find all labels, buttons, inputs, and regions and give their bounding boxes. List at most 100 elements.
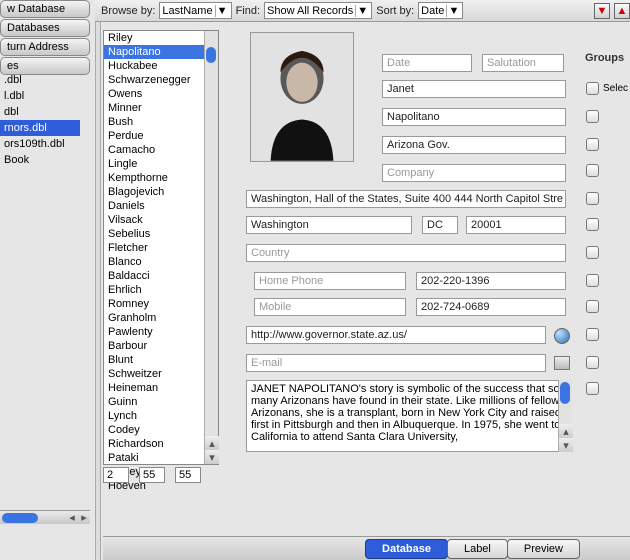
- record-list-item[interactable]: Pataki: [104, 451, 218, 465]
- database-file-item[interactable]: dbl: [0, 104, 80, 120]
- panel-return-address[interactable]: turn Address: [0, 38, 90, 56]
- record-list-item[interactable]: Perdue: [104, 129, 218, 143]
- record-list-item[interactable]: Sebelius: [104, 227, 218, 241]
- scrollbar-thumb[interactable]: [206, 47, 216, 63]
- find-select[interactable]: Show All Records▼: [264, 2, 372, 19]
- record-list-item[interactable]: Lingle: [104, 157, 218, 171]
- first-name-field[interactable]: Janet: [382, 80, 566, 98]
- browse-label: Browse by:: [101, 5, 155, 17]
- database-file-item[interactable]: Book: [0, 152, 80, 168]
- name-list-scrollbar[interactable]: ▴ ▾: [204, 31, 218, 464]
- record-list-item[interactable]: Huckabee: [104, 59, 218, 73]
- database-file-item[interactable]: ors109th.dbl: [0, 136, 80, 152]
- vertical-divider: [95, 22, 101, 560]
- group-checkbox-11[interactable]: [586, 382, 599, 395]
- scroll-up-icon[interactable]: ▴: [205, 436, 219, 450]
- record-list-item[interactable]: Richardson: [104, 437, 218, 451]
- record-list-item[interactable]: Napolitano: [104, 45, 218, 59]
- sort-asc-button[interactable]: ▲: [614, 3, 630, 19]
- notes-textarea[interactable]: JANET NAPOLITANO's story is symbolic of …: [246, 380, 572, 452]
- scrollbar-thumb[interactable]: [2, 513, 38, 523]
- email-field[interactable]: E-mail: [246, 354, 546, 372]
- state-field[interactable]: DC: [422, 216, 458, 234]
- group-checkbox-6[interactable]: [586, 246, 599, 259]
- browse-by-select[interactable]: LastName▼: [159, 2, 231, 19]
- record-list-item[interactable]: Heineman: [104, 381, 218, 395]
- group-checkbox-3[interactable]: [586, 164, 599, 177]
- record-list-item[interactable]: Lynch: [104, 409, 218, 423]
- mail-icon[interactable]: [554, 356, 570, 370]
- view-tab-label[interactable]: Label: [447, 539, 508, 559]
- company-field[interactable]: Company: [382, 164, 566, 182]
- record-list-item[interactable]: Pawlenty: [104, 325, 218, 339]
- mobile-field[interactable]: Mobile: [254, 298, 406, 316]
- record-list-item[interactable]: Romney: [104, 297, 218, 311]
- record-list-item[interactable]: Guinn: [104, 395, 218, 409]
- scroll-down-icon[interactable]: ▾: [559, 438, 573, 452]
- group-checkbox-10[interactable]: [586, 356, 599, 369]
- group-checkbox-5[interactable]: [586, 218, 599, 231]
- organization-field[interactable]: Arizona Gov.: [382, 136, 566, 154]
- view-tab-preview[interactable]: Preview: [507, 539, 580, 559]
- home-phone-field[interactable]: Home Phone: [254, 272, 406, 290]
- record-list-item[interactable]: Blanco: [104, 255, 218, 269]
- zip-field[interactable]: 20001: [466, 216, 566, 234]
- group-checkbox-2[interactable]: [586, 138, 599, 151]
- record-list-item[interactable]: Barbour: [104, 339, 218, 353]
- record-list-item[interactable]: Schwarzenegger: [104, 73, 218, 87]
- group-checkbox-7[interactable]: [586, 274, 599, 287]
- scrollbar-thumb[interactable]: [560, 382, 570, 404]
- record-list-item[interactable]: Owens: [104, 87, 218, 101]
- url-field[interactable]: http://www.governor.state.az.us/: [246, 326, 546, 344]
- record-list-item[interactable]: Kempthorne: [104, 171, 218, 185]
- date-field[interactable]: Date: [382, 54, 472, 72]
- record-list-item[interactable]: Vilsack: [104, 213, 218, 227]
- contact-photo[interactable]: [250, 32, 354, 162]
- record-list-item[interactable]: Granholm: [104, 311, 218, 325]
- record-list-item[interactable]: Camacho: [104, 143, 218, 157]
- view-tabs-footer: DatabaseLabelPreview: [103, 536, 630, 560]
- scroll-right-icon[interactable]: ▸: [78, 511, 90, 524]
- database-file-item[interactable]: .dbl: [0, 72, 80, 88]
- sidebar-horizontal-scrollbar[interactable]: ◂ ▸: [0, 510, 90, 524]
- panel-new-database[interactable]: w Database: [0, 0, 90, 18]
- scroll-up-icon[interactable]: ▴: [559, 424, 573, 438]
- sort-by-select[interactable]: Date▼: [418, 2, 463, 19]
- group-checkbox-8[interactable]: [586, 300, 599, 313]
- record-list-item[interactable]: Blagojevich: [104, 185, 218, 199]
- record-list-item[interactable]: Schweitzer: [104, 367, 218, 381]
- record-list-item[interactable]: Fletcher: [104, 241, 218, 255]
- salutation-field[interactable]: Salutation: [482, 54, 564, 72]
- top-toolbar: Browse by: LastName▼ Find: Show All Reco…: [95, 0, 630, 22]
- group-checkbox-1[interactable]: [586, 110, 599, 123]
- record-list-item[interactable]: Codey: [104, 423, 218, 437]
- record-list-item[interactable]: Blunt: [104, 353, 218, 367]
- record-list-item[interactable]: Bush: [104, 115, 218, 129]
- scroll-down-icon[interactable]: ▾: [205, 450, 219, 464]
- database-file-item[interactable]: rnors.dbl: [0, 120, 80, 136]
- sort-desc-button[interactable]: ▼: [594, 3, 610, 19]
- record-list-item[interactable]: Ehrlich: [104, 283, 218, 297]
- panel-databases[interactable]: Databases: [0, 19, 90, 37]
- street-field[interactable]: Washington, Hall of the States, Suite 40…: [246, 190, 566, 208]
- phone2-field[interactable]: 202-724-0689: [416, 298, 566, 316]
- database-file-item[interactable]: l.dbl: [0, 88, 80, 104]
- scroll-left-icon[interactable]: ◂: [66, 511, 78, 524]
- group-checkbox-select[interactable]: [586, 82, 599, 95]
- record-list-item[interactable]: Daniels: [104, 199, 218, 213]
- country-field[interactable]: Country: [246, 244, 566, 262]
- fax-field[interactable]: 202-220-1396: [416, 272, 566, 290]
- city-field[interactable]: Washington: [246, 216, 412, 234]
- notes-scrollbar[interactable]: ▴ ▾: [558, 380, 572, 452]
- record-list-item[interactable]: Minner: [104, 101, 218, 115]
- view-tab-database[interactable]: Database: [365, 539, 448, 559]
- globe-icon[interactable]: [554, 328, 570, 344]
- group-checkbox-4[interactable]: [586, 192, 599, 205]
- group-checkbox-9[interactable]: [586, 328, 599, 341]
- counter-current[interactable]: 2: [103, 467, 129, 483]
- groups-label: Groups: [585, 52, 624, 64]
- record-list-item[interactable]: Baldacci: [104, 269, 218, 283]
- database-file-list: .dbll.dbldblrnors.dblors109th.dblBook: [0, 72, 80, 168]
- record-list-item[interactable]: Riley: [104, 31, 218, 45]
- last-name-field[interactable]: Napolitano: [382, 108, 566, 126]
